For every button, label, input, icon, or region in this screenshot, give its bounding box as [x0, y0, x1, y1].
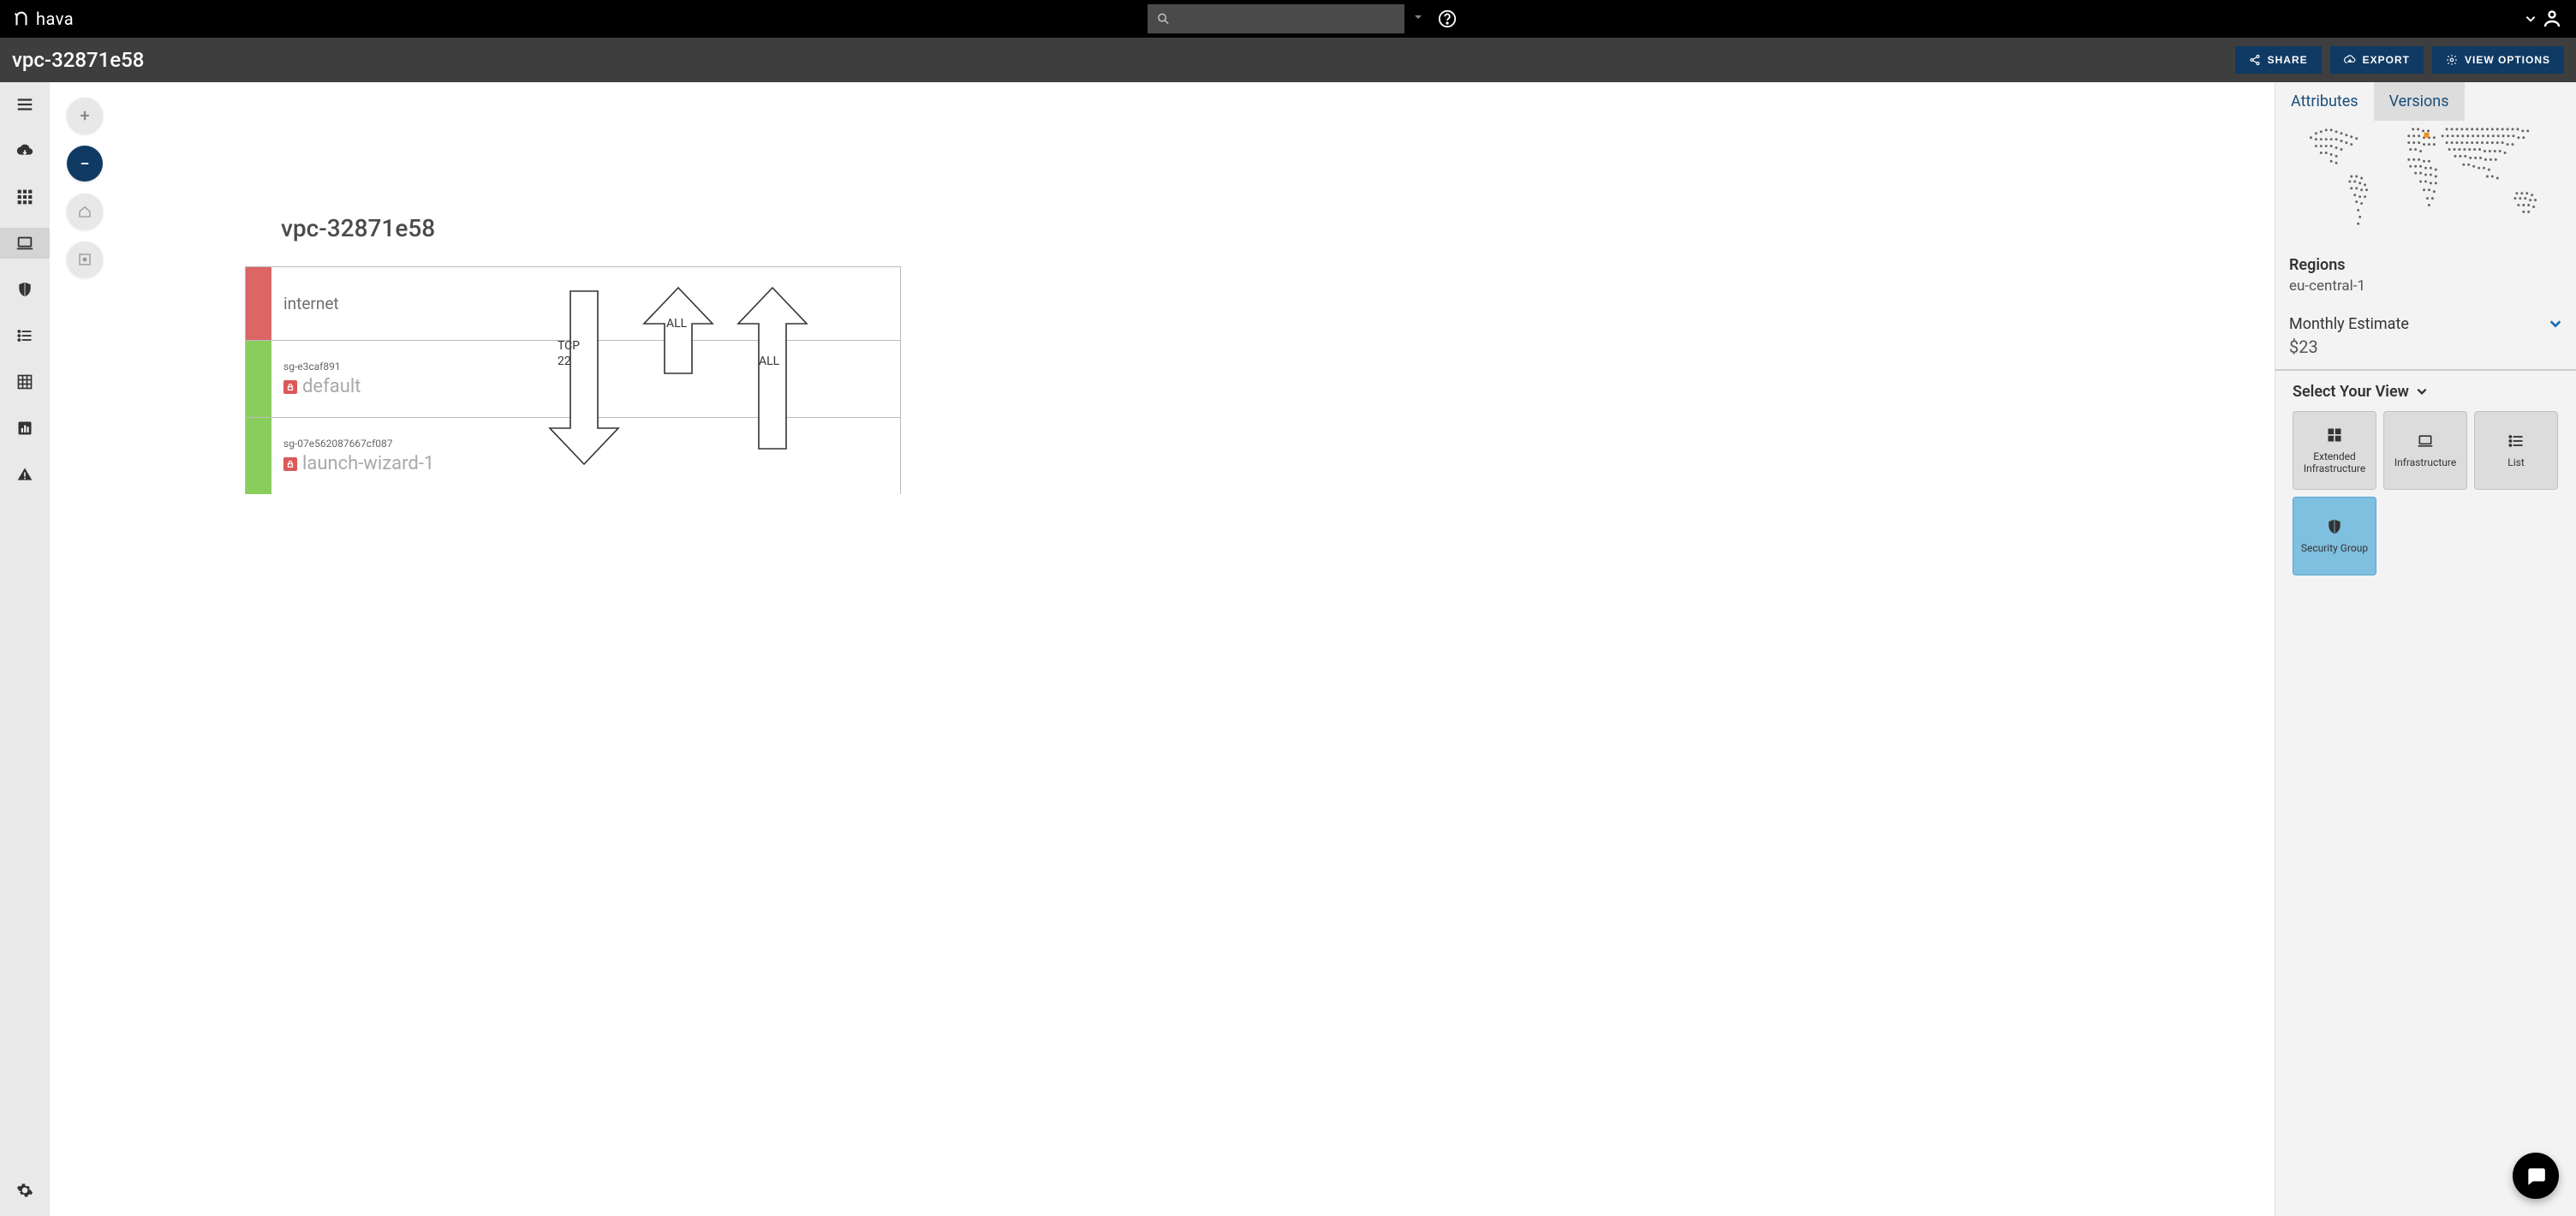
target-icon — [77, 252, 92, 267]
center-button[interactable] — [67, 241, 103, 277]
laptop-icon — [2417, 432, 2434, 450]
sidebar-import[interactable] — [0, 135, 50, 166]
chat-widget[interactable] — [2513, 1153, 2559, 1199]
caret-down-icon — [1413, 12, 1423, 22]
chat-icon — [2525, 1165, 2547, 1187]
minus-icon: − — [80, 153, 89, 174]
help-icon — [1438, 9, 1457, 28]
export-icon — [2344, 54, 2356, 66]
chart-icon — [16, 420, 33, 437]
diagram-title: vpc-32871e58 — [281, 214, 901, 242]
table-icon — [16, 373, 33, 390]
left-sidebar — [0, 82, 50, 1216]
sidebar-security[interactable] — [0, 274, 50, 305]
arrow-label-protocol: TCP — [558, 339, 580, 353]
sidebar-list[interactable] — [0, 320, 50, 351]
fit-button[interactable] — [67, 194, 103, 229]
sidebar-menu-toggle[interactable] — [0, 89, 50, 120]
row-color-indicator — [246, 418, 271, 494]
list-icon — [2507, 432, 2525, 450]
gear-icon — [2446, 54, 2458, 66]
regions-heading: Regions — [2289, 256, 2562, 274]
logo[interactable]: hava — [0, 9, 86, 29]
view-options-button[interactable]: VIEW OPTIONS — [2432, 46, 2564, 74]
panel-tabs: Attributes Versions — [2275, 82, 2576, 121]
regions-section: Regions eu-central-1 — [2275, 247, 2576, 307]
home-icon — [77, 204, 92, 219]
search-icon — [1156, 11, 1171, 27]
row-label: internet — [283, 294, 888, 313]
region-marker — [2424, 133, 2430, 138]
region-map — [2275, 121, 2576, 247]
zoom-in-button[interactable]: + — [67, 98, 103, 134]
grid-icon — [16, 188, 33, 206]
right-panel: Attributes Versions — [2275, 82, 2576, 1216]
arrow-label-all-2: ALL — [759, 355, 779, 368]
select-view-toggle[interactable]: Select Your View — [2293, 383, 2559, 401]
diagram-canvas[interactable]: + − vpc-32871e58 internet sg-e3caf891 — [50, 82, 2275, 1216]
sidebar-alerts[interactable] — [0, 459, 50, 490]
user-menu[interactable] — [2525, 9, 2576, 29]
select-view-section: Select Your View Extended Infrastructure… — [2275, 371, 2576, 587]
alert-icon — [16, 466, 33, 483]
sg-name: launch-wizard-1 — [302, 453, 434, 474]
laptop-icon — [15, 234, 34, 253]
view-card-list[interactable]: List — [2474, 411, 2558, 490]
sidebar-compute[interactable] — [0, 228, 50, 259]
sidebar-reports[interactable] — [0, 413, 50, 444]
plus-icon: + — [80, 105, 89, 126]
lock-icon — [283, 380, 297, 394]
estimate-heading: Monthly Estimate — [2289, 315, 2409, 333]
user-icon — [2542, 9, 2562, 29]
diagram-row-internet[interactable]: internet — [245, 266, 901, 340]
search-box[interactable] — [1148, 4, 1404, 33]
view-card-extended-infra[interactable]: Extended Infrastructure — [2293, 411, 2376, 490]
search-input[interactable] — [1171, 13, 1396, 26]
view-card-security-group[interactable]: Security Group — [2293, 497, 2376, 575]
view-card-infra[interactable]: Infrastructure — [2383, 411, 2467, 490]
estimate-value: $23 — [2289, 337, 2562, 357]
search-scope-dropdown[interactable] — [1404, 12, 1422, 26]
chevron-down-icon — [2549, 317, 2562, 331]
export-button[interactable]: EXPORT — [2330, 46, 2424, 74]
lock-icon — [283, 457, 297, 471]
sidebar-settings[interactable] — [0, 1175, 50, 1206]
arrow-label-all-1: ALL — [666, 317, 687, 331]
list-icon — [16, 327, 33, 344]
chevron-down-icon — [2416, 385, 2428, 397]
cloud-download-icon — [15, 141, 34, 160]
top-navbar: hava — [0, 0, 2576, 38]
subheader: vpc-32871e58 SHARE EXPORT VIEW OPTIONS — [0, 38, 2576, 82]
arrow-label-port: 22 — [558, 355, 571, 368]
regions-value: eu-central-1 — [2289, 277, 2562, 295]
share-button[interactable]: SHARE — [2235, 46, 2322, 74]
chevron-down-icon — [2525, 13, 2537, 25]
sg-id: sg-e3caf891 — [283, 361, 888, 373]
sidebar-apps[interactable] — [0, 182, 50, 212]
row-color-indicator — [246, 267, 271, 340]
shield-icon — [2326, 518, 2343, 535]
page-title: vpc-32871e58 — [12, 48, 144, 72]
estimate-section[interactable]: Monthly Estimate $23 — [2275, 307, 2576, 369]
logo-icon — [12, 9, 31, 28]
share-icon — [2249, 54, 2261, 66]
tab-versions[interactable]: Versions — [2374, 82, 2465, 121]
sidebar-table[interactable] — [0, 367, 50, 397]
diagram-row-sg-launch-wizard[interactable]: sg-07e562087667cf087 launch-wizard-1 — [245, 417, 901, 494]
menu-icon — [15, 95, 34, 114]
zoom-out-button[interactable]: − — [67, 146, 103, 182]
security-diagram: vpc-32871e58 internet sg-e3caf891 defaul… — [245, 214, 901, 494]
help-button[interactable] — [1432, 9, 1463, 28]
logo-text: hava — [36, 9, 74, 29]
shield-icon — [16, 281, 33, 298]
row-color-indicator — [246, 341, 271, 417]
gear-icon — [16, 1182, 33, 1199]
sg-name: default — [302, 376, 361, 397]
ext-infra-icon — [2326, 426, 2343, 444]
sg-id: sg-07e562087667cf087 — [283, 438, 888, 450]
tab-attributes[interactable]: Attributes — [2275, 82, 2374, 121]
